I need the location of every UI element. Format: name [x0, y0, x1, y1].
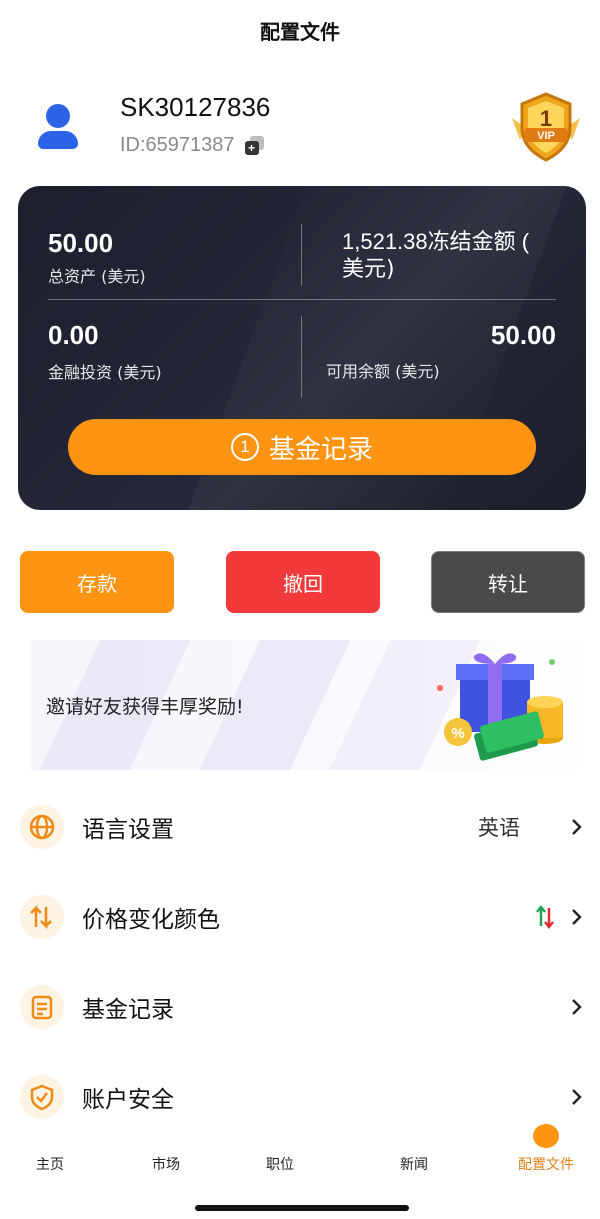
- chevron-right-icon: [572, 909, 582, 925]
- menu-label: 语言设置: [82, 817, 174, 843]
- fund-records-count: 1: [230, 433, 259, 461]
- available-balance: 50.00: [491, 320, 556, 351]
- tab-profile[interactable]: 配置文件: [496, 1124, 596, 1194]
- balance-card: 50.00 总资产 (美元) 1,521.38冻结金额 ( 美元) 0.00 金…: [18, 186, 586, 510]
- tab-label: 配置文件: [518, 1157, 574, 1173]
- tab-label: 新闻: [400, 1157, 428, 1173]
- fund-records-label: 基金记录: [268, 434, 373, 465]
- profile-header: SK30127836 ID:65971387 + 1 VIP: [0, 88, 600, 168]
- menu-item-fund-records[interactable]: 基金记录: [0, 962, 600, 1052]
- document-icon: [20, 985, 64, 1029]
- user-id-row: ID:65971387 +: [120, 134, 265, 157]
- tab-market[interactable]: 市场: [116, 1124, 216, 1194]
- menu-label: 基金记录: [82, 997, 174, 1023]
- user-id: ID:65971387: [120, 134, 235, 156]
- financial-investment-value: 0.00: [48, 320, 99, 350]
- menu-label: 价格变化颜色: [82, 907, 220, 933]
- menu-item-price-color[interactable]: 价格变化颜色: [0, 872, 600, 962]
- financial-investment-label: 金融投资 (美元): [48, 363, 162, 382]
- available-balance-label-wrap: 可用余额 (美元): [326, 354, 440, 382]
- tab-label: 市场: [152, 1157, 180, 1173]
- chevron-right-icon: [572, 819, 582, 835]
- price-change-icon: [20, 895, 64, 939]
- page-title: 配置文件: [260, 19, 340, 44]
- transfer-button[interactable]: 转让: [431, 551, 585, 613]
- invite-text: 邀请好友获得丰厚奖励!: [46, 696, 244, 718]
- frozen-amount-unit: 美元): [342, 257, 395, 282]
- vip-badge-icon[interactable]: 1 VIP: [506, 88, 586, 164]
- profile-tab-icon: [533, 1124, 559, 1148]
- tab-positions[interactable]: 职位: [230, 1124, 330, 1194]
- invite-banner[interactable]: 邀请好友获得丰厚奖励! %: [30, 640, 600, 770]
- shield-check-icon: [20, 1075, 64, 1119]
- globe-icon: [20, 805, 64, 849]
- total-assets: 50.00 总资产 (美元): [48, 228, 146, 287]
- menu-value: 英语: [478, 816, 520, 840]
- available-balance-label: 可用余额 (美元): [326, 362, 440, 381]
- home-indicator: [195, 1205, 409, 1211]
- tab-news[interactable]: 新闻: [364, 1124, 464, 1194]
- total-assets-value: 50.00: [48, 228, 114, 258]
- frozen-amount-text: 1,521.38冻结金额 (: [342, 229, 530, 254]
- menu-item-language[interactable]: 语言设置 英语: [0, 782, 600, 872]
- svg-text:%: %: [451, 725, 464, 742]
- divider: [301, 224, 302, 286]
- tab-label: 职位: [266, 1157, 294, 1173]
- chevron-right-icon: [572, 999, 582, 1015]
- financial-investment: 0.00 金融投资 (美元): [48, 320, 162, 383]
- withdraw-button[interactable]: 撤回: [226, 551, 380, 613]
- avatar-icon[interactable]: [36, 104, 80, 149]
- fund-records-button[interactable]: 1 基金记录: [68, 419, 536, 475]
- gift-icon: %: [437, 653, 563, 761]
- vip-level: 1: [540, 106, 552, 131]
- chevron-right-icon: [572, 1089, 582, 1105]
- frozen-amount: 1,521.38冻结金额 ( 美元): [342, 228, 572, 284]
- divider: [48, 299, 556, 300]
- deposit-button[interactable]: 存款: [20, 551, 174, 613]
- available-balance-value: 50.00: [490, 320, 556, 350]
- bottom-tab-bar: 主页 市场 职位 新闻 配置文件: [0, 1124, 600, 1194]
- vip-label: VIP: [537, 130, 555, 142]
- top-bar: 配置文件: [0, 0, 600, 60]
- total-assets-label: 总资产 (美元): [48, 267, 146, 286]
- up-down-arrows-icon: [536, 905, 554, 929]
- username: SK30127836: [120, 92, 271, 122]
- menu-label: 账户安全: [82, 1087, 174, 1113]
- tab-label: 主页: [36, 1157, 64, 1173]
- tab-home[interactable]: 主页: [0, 1124, 100, 1194]
- copy-icon[interactable]: +: [244, 135, 265, 156]
- divider: [301, 316, 302, 398]
